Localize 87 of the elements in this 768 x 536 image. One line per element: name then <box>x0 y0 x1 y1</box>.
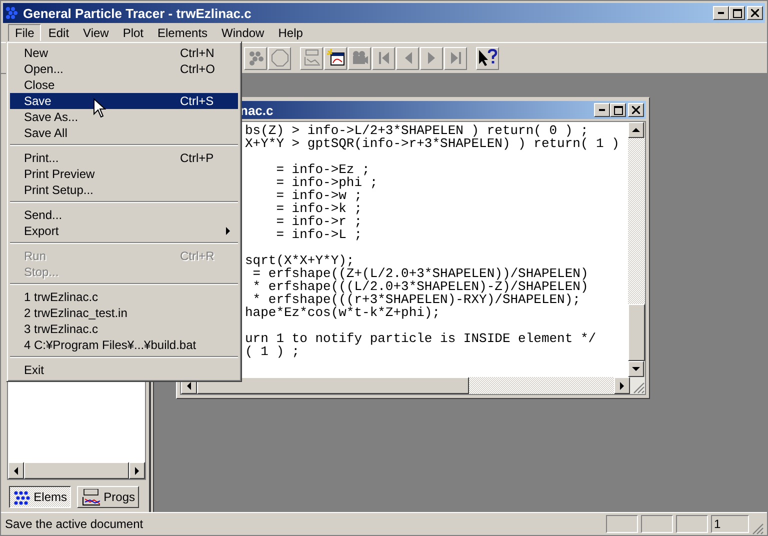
menu-item[interactable]: Save As... <box>10 109 238 125</box>
help-pointer-icon <box>478 49 498 67</box>
scroll-right-button[interactable] <box>614 377 630 394</box>
minimize-button[interactable] <box>713 6 729 20</box>
dots-icon <box>248 50 264 66</box>
menu-bar-item[interactable]: Plot <box>116 24 151 42</box>
skip-forward-icon <box>450 51 462 65</box>
menu-bar-item[interactable]: Edit <box>41 24 76 42</box>
menu-item[interactable]: Export <box>10 223 238 239</box>
down-arrow-icon <box>632 367 640 371</box>
toolbar-button[interactable] <box>324 46 347 70</box>
camera-icon <box>350 49 368 67</box>
code-line: = info->L ; <box>275 228 364 241</box>
maximize-button[interactable] <box>610 103 626 117</box>
status-pane <box>606 515 638 533</box>
code-line: = info->phi ; <box>275 176 379 189</box>
close-icon <box>751 9 759 17</box>
menu-item[interactable]: Print Preview <box>10 166 238 182</box>
menu-item[interactable]: Save All <box>10 125 238 141</box>
menu-item[interactable]: New Ctrl+N <box>10 45 238 61</box>
close-button[interactable] <box>628 103 644 117</box>
minimize-icon <box>718 12 724 14</box>
mouse-pointer-icon <box>93 98 106 118</box>
scroll-up-button[interactable] <box>628 122 644 138</box>
menu-item[interactable]: Print Setup... <box>10 182 238 198</box>
scrollbar-thumb[interactable] <box>197 377 469 394</box>
minimize-icon <box>599 109 605 111</box>
menu-bar-item[interactable]: Window <box>214 24 272 42</box>
skip-back-icon <box>378 51 390 65</box>
menu-bar-item[interactable]: Help <box>271 24 310 42</box>
stop-sign-icon <box>270 49 288 67</box>
menu-item[interactable]: Exit <box>10 362 238 378</box>
code-line: sqrt(X*X+Y*Y); <box>245 254 354 267</box>
menu-item[interactable]: Close <box>10 77 238 93</box>
left-arrow-icon <box>14 466 18 474</box>
scroll-right-button[interactable] <box>129 462 145 479</box>
graph-icon <box>81 488 100 506</box>
code-line: = info->Ez ; <box>275 163 371 176</box>
menu-bar-item[interactable]: View <box>76 24 116 42</box>
code-line: = info->w ; <box>275 189 364 202</box>
code-line: urn 1 to notify particle is INSIDE element */ <box>245 332 598 345</box>
scroll-left-button[interactable] <box>8 462 24 479</box>
play-icon <box>426 51 436 65</box>
code-line: X+Y*Y > gptSQR(info->r+3*SHAPELEN) ) return( 1 ) <box>245 137 620 150</box>
code-line: = erfshape((Z+(L/2.0+3*SHAPELEN))/SHAPELEN) <box>252 267 590 280</box>
toolbar-button[interactable] <box>476 46 499 70</box>
status-pane <box>676 515 708 533</box>
window-title: General Particle Tracer - trwEzlinac.c <box>23 6 252 20</box>
dots-icon <box>13 490 30 504</box>
chart-window-icon <box>326 49 344 67</box>
right-arrow-icon <box>135 466 139 474</box>
play-back-icon <box>402 51 412 65</box>
dots-icon <box>5 6 19 20</box>
minimize-button[interactable] <box>594 103 610 117</box>
code-line: hape*Ez*cos(w*t-k*Z+phi); <box>245 306 440 319</box>
sidebar-tab[interactable]: Progs <box>77 486 139 508</box>
status-pane <box>641 515 673 533</box>
code-line: bs(Z) > info->L/2+3*SHAPELEN ) return( 0 ) ; <box>245 124 590 137</box>
sidebar-tab[interactable]: Elems <box>9 486 71 508</box>
code-line: ( 1 ) ; <box>245 345 301 358</box>
menu-item[interactable]: Open... Ctrl+O <box>10 61 238 77</box>
menu-item[interactable]: Send... <box>10 207 238 223</box>
menu-item[interactable]: Print... Ctrl+P <box>10 150 238 166</box>
status-message: Save the active document <box>5 517 144 531</box>
status-pane: 1 <box>711 515 749 533</box>
up-arrow-icon <box>632 128 640 132</box>
maximize-icon <box>732 8 742 18</box>
code-line: * erfshape(((L/2.0+3*SHAPELEN)-Z)/SHAPELEN) <box>252 280 590 293</box>
submenu-arrow-icon <box>226 227 230 235</box>
maximize-button[interactable] <box>729 6 745 20</box>
close-button[interactable] <box>747 6 763 20</box>
close-icon <box>632 106 640 114</box>
scrollbar-thumb[interactable] <box>24 462 129 479</box>
code-line: = info->r ; <box>275 215 364 228</box>
maximize-icon <box>614 106 622 114</box>
right-arrow-icon <box>620 382 624 390</box>
graph-icon <box>302 49 320 67</box>
code-line: = info->k ; <box>275 202 364 215</box>
menu-item[interactable]: 1 trwEzlinac.c <box>10 289 238 305</box>
menu-bar-item[interactable]: Elements <box>150 24 215 42</box>
menu-item[interactable]: 4 C:¥Program Files¥...¥build.bat <box>10 337 238 353</box>
menu-item[interactable]: 3 trwEzlinac.c <box>10 321 238 337</box>
code-line: * erfshape(((r+3*SHAPELEN)-RXY)/SHAPELEN); <box>252 293 580 306</box>
scrollbar-thumb[interactable] <box>628 304 645 361</box>
menu-item[interactable]: 2 trwEzlinac_test.in <box>10 305 238 321</box>
menu-item[interactable]: Save Ctrl+S <box>10 93 238 109</box>
scroll-down-button[interactable] <box>628 361 644 377</box>
